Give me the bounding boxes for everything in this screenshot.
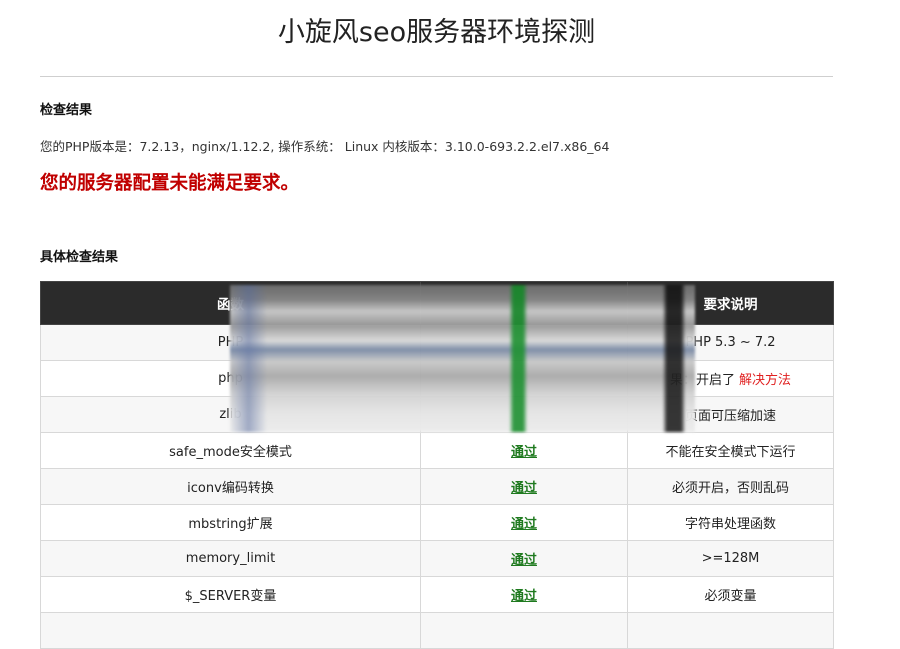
page-title: 小旋风seo服务器环境探测 [277, 17, 596, 48]
requirement-text: 字符串处理函数 [684, 517, 776, 532]
row-status: 通过 [420, 540, 628, 577]
row-requirement: 字符串处理函数 [627, 504, 834, 541]
requirement-text: >=128M [701, 551, 760, 566]
requirement-text: PHP 5.3 ~ 7.2 [685, 335, 776, 350]
requirement-text: 不能在安全模式下运行 [665, 445, 796, 460]
requirement-text: 页面可压缩加速 [684, 409, 776, 424]
row-status: 通过 [420, 504, 628, 541]
requirement-warning: 您的服务器配置未能满足要求。 [40, 173, 300, 194]
table-row: safe_mode安全模式 通过 不能在安全模式下运行 [40, 432, 834, 469]
detail-heading: 具体检查结果 [40, 250, 119, 265]
blurred-region [230, 285, 695, 432]
row-function-name: mbstring扩展 [40, 504, 421, 541]
table-row: $_SERVER变量 通过 必须变量 [40, 576, 834, 613]
status-pass-label: 通过 [510, 553, 537, 568]
row-requirement: 不能在安全模式下运行 [627, 432, 834, 469]
table-row: memory_limit 通过 >=128M [40, 540, 834, 577]
title-divider [40, 76, 833, 77]
check-result-heading: 检查结果 [40, 103, 93, 118]
row-function-name: safe_mode安全模式 [40, 432, 421, 469]
row-status: 通过 [420, 576, 628, 613]
table-row [40, 612, 834, 649]
server-info-text: 您的PHP版本是：7.2.13，nginx/1.12.2, 操作系统： Linu… [40, 139, 610, 154]
row-function-name: $_SERVER变量 [40, 576, 421, 613]
row-function-name: memory_limit [40, 540, 421, 577]
status-pass-label: 通过 [510, 445, 537, 460]
row-requirement: 必须开启，否则乱码 [627, 468, 834, 505]
row-requirement [627, 612, 834, 649]
status-pass-label: 通过 [510, 589, 537, 604]
row-requirement: 必须变量 [627, 576, 834, 613]
status-pass-label: 通过 [510, 517, 537, 532]
table-row: mbstring扩展 通过 字符串处理函数 [40, 504, 834, 541]
row-function-name [40, 612, 421, 649]
row-requirement: >=128M [627, 540, 834, 577]
solution-link[interactable]: 解决方法 [739, 373, 791, 388]
row-status: 通过 [420, 468, 628, 505]
requirement-text: 必须开启，否则乱码 [671, 481, 789, 496]
row-function-name: iconv编码转换 [40, 468, 421, 505]
row-status: 通过 [420, 432, 628, 469]
row-status [420, 612, 628, 649]
status-pass-label: 通过 [510, 481, 537, 496]
table-row: iconv编码转换 通过 必须开启，否则乱码 [40, 468, 834, 505]
requirement-text: 必须变量 [704, 589, 757, 604]
